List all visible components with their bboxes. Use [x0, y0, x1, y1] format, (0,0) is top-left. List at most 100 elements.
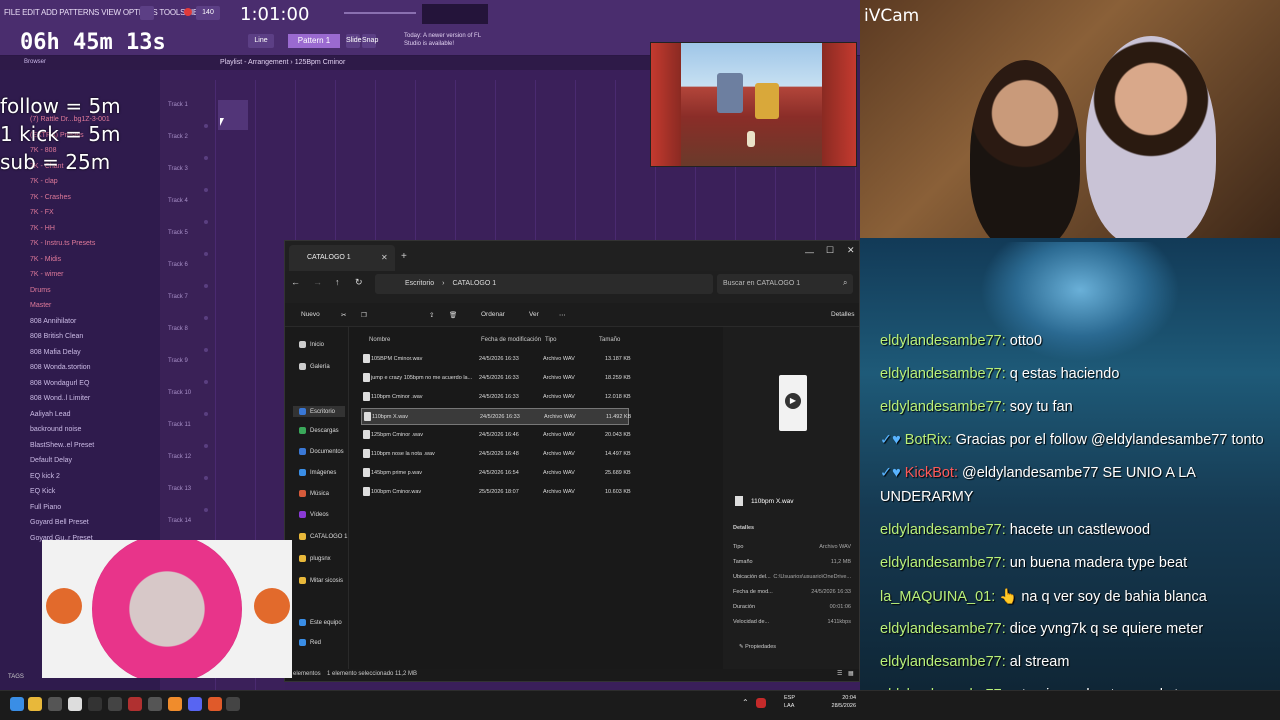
properties-button[interactable]: ✎ Propiedades: [739, 644, 776, 650]
file-explorer-taskbar-icon[interactable]: [28, 697, 42, 711]
track-mute-icon[interactable]: [204, 316, 208, 320]
fl-master-volume-slider[interactable]: [344, 12, 416, 14]
chat-username[interactable]: BotRix:: [905, 432, 952, 448]
track-label[interactable]: Track 12: [168, 454, 191, 460]
browser-item[interactable]: 808 Mafia Delay: [30, 349, 81, 356]
browser-item[interactable]: 808 British Clean: [30, 333, 83, 340]
browser-item[interactable]: backround noise: [30, 426, 81, 433]
file-row[interactable]: 105BPM Cminor.wav 24/5/2026 16:33 Archivo …: [361, 351, 631, 368]
column-type[interactable]: Tipo: [545, 337, 556, 343]
chat-username[interactable]: eldylandesambe77:: [880, 621, 1006, 637]
nav-item[interactable]: CATALOGO 1: [299, 533, 347, 540]
column-size[interactable]: Tamaño: [599, 337, 620, 343]
fl-snap-snap[interactable]: Snap: [362, 34, 378, 48]
fl-browser-tags[interactable]: TAGS: [8, 674, 24, 680]
tray-app-icon[interactable]: [756, 698, 766, 708]
pen-taskbar-icon[interactable]: [48, 697, 62, 711]
chat-username[interactable]: eldylandesambe77:: [880, 522, 1006, 538]
track-label[interactable]: Track 6: [168, 262, 188, 268]
nav-item[interactable]: Música: [299, 490, 329, 497]
breadcrumb-escritorio[interactable]: Escritorio: [405, 280, 434, 287]
file-row[interactable]: 110bpm nose la nota .wav 24/5/2026 16:48 A…: [361, 446, 631, 463]
language-indicator[interactable]: ESP LAA: [784, 694, 795, 710]
forward-arrow-icon[interactable]: →: [313, 277, 322, 287]
list-view-icon[interactable]: ☰: [837, 670, 842, 677]
browser-item[interactable]: BlastShew..el Preset: [30, 442, 94, 449]
clock[interactable]: 20:04 28/5/2026: [812, 694, 856, 710]
chat-username[interactable]: eldylandesambe77:: [880, 366, 1006, 382]
fl-tempo-display[interactable]: 140: [196, 6, 220, 20]
up-arrow-icon[interactable]: ↑: [335, 277, 340, 287]
fl-play-button[interactable]: [140, 6, 154, 20]
nav-item[interactable]: Imágenes: [299, 469, 336, 476]
brave-taskbar-icon[interactable]: [208, 697, 222, 711]
track-mute-icon[interactable]: [204, 124, 208, 128]
browser-item[interactable]: 7K - HH: [30, 225, 55, 232]
refresh-icon[interactable]: ↻: [355, 277, 363, 288]
nav-item[interactable]: Escritorio: [293, 406, 346, 418]
chat-username[interactable]: eldylandesambe77:: [880, 333, 1006, 349]
browser-item[interactable]: Default Delay: [30, 457, 72, 464]
copy-icon[interactable]: ❐: [361, 311, 367, 319]
chat-username[interactable]: eldylandesambe77:: [880, 399, 1006, 415]
track-mute-icon[interactable]: [204, 156, 208, 160]
file-row[interactable]: 145bpm prime p.wav 24/5/2026 16:54 Archivo…: [361, 465, 631, 482]
chat-username[interactable]: eldylandesambe77:: [880, 555, 1006, 571]
chat-username[interactable]: eldylandesambe77:: [880, 654, 1006, 670]
back-arrow-icon[interactable]: ←: [291, 277, 300, 287]
track-mute-icon[interactable]: [204, 284, 208, 288]
browser-item[interactable]: 7K - FX: [30, 209, 54, 216]
address-bar[interactable]: Escritorio › CATALOGO 1: [375, 274, 713, 294]
browser-item[interactable]: 808 Annihilator: [30, 318, 76, 325]
browser-item[interactable]: EQ Kick: [30, 488, 55, 495]
file-row[interactable]: jump e crazy 105bpm no me acuerdo la... 2…: [361, 370, 631, 387]
fl-update-notice[interactable]: Today: A newer version of FL Studio is a…: [404, 32, 494, 48]
track-mute-icon[interactable]: [204, 220, 208, 224]
browser-item[interactable]: 7K - Instru.ts Presets: [30, 240, 95, 247]
track-mute-icon[interactable]: [204, 252, 208, 256]
browser-item[interactable]: 7K - clap: [30, 178, 58, 185]
fl-snap-slide[interactable]: Slide: [346, 34, 362, 48]
nav-item[interactable]: Galería: [299, 363, 330, 370]
track-label[interactable]: Track 13: [168, 486, 191, 492]
delete-icon[interactable]: 🗑: [449, 311, 457, 319]
discord-taskbar-icon[interactable]: [188, 697, 202, 711]
browser-item[interactable]: 7K - wimer: [30, 271, 63, 278]
explorer-tab[interactable]: CATALOGO 1: [289, 245, 395, 271]
browser-item[interactable]: Full Piano: [30, 504, 61, 511]
search-input[interactable]: Buscar en CATALOGO 1: [717, 274, 853, 294]
track-mute-icon[interactable]: [204, 348, 208, 352]
windows-start-icon[interactable]: [10, 697, 24, 711]
nav-item[interactable]: Documentos: [299, 448, 344, 455]
track-label[interactable]: Track 2: [168, 134, 188, 140]
browser-item[interactable]: 808 Wondagurl EQ: [30, 380, 89, 387]
browser-item[interactable]: 7K - Midis: [30, 256, 61, 263]
store-taskbar-icon[interactable]: [108, 697, 122, 711]
track-label[interactable]: Track 11: [168, 422, 191, 428]
track-mute-icon[interactable]: [204, 444, 208, 448]
capcut-taskbar-icon[interactable]: [226, 697, 240, 711]
file-row[interactable]: 110bpm Cminor .wav 24/5/2026 16:33 Archivo…: [361, 389, 631, 406]
share-icon[interactable]: ⇪: [429, 311, 434, 319]
chat-username[interactable]: la_MAQUINA_01:: [880, 589, 995, 605]
track-label[interactable]: Track 1: [168, 102, 188, 108]
more-options-icon[interactable]: ⋯: [559, 311, 566, 319]
browser-item[interactable]: Aaliyah Lead: [30, 411, 70, 418]
chat-username[interactable]: KickBot:: [905, 465, 958, 481]
browser-item[interactable]: 808 Wonda.stortion: [30, 364, 91, 371]
browser-item[interactable]: 7K - Crashes: [30, 194, 71, 201]
minimize-icon[interactable]: —: [805, 247, 814, 257]
track-label[interactable]: Track 9: [168, 358, 188, 364]
track-mute-icon[interactable]: [204, 412, 208, 416]
terminal-taskbar-icon[interactable]: [88, 697, 102, 711]
track-label[interactable]: Track 14: [168, 518, 191, 524]
new-tab-icon[interactable]: +: [401, 251, 407, 262]
fl-snap-line[interactable]: Line: [248, 34, 274, 48]
new-button[interactable]: Nuevo: [301, 311, 320, 318]
browser-item[interactable]: Goyard Bell Preset: [30, 519, 89, 526]
browser-taskbar-icon[interactable]: [148, 697, 162, 711]
nav-item[interactable]: Vídeos: [299, 511, 329, 518]
details-button[interactable]: Detalles: [831, 311, 854, 318]
fl-studio-taskbar-icon[interactable]: [168, 697, 182, 711]
file-row[interactable]: 100bpm Cminor.wav 25/5/2026 18:07 Archivo …: [361, 484, 631, 501]
